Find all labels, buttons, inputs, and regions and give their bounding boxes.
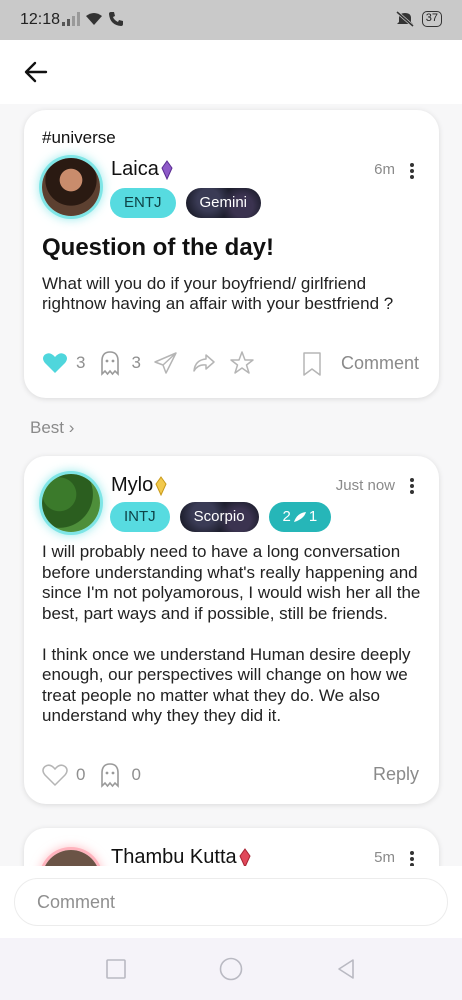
- share-button[interactable]: [191, 350, 217, 376]
- heart-filled-icon: [43, 353, 67, 373]
- ghost-button[interactable]: 0: [97, 762, 141, 788]
- crystal-badge-icon: [155, 475, 167, 496]
- author-name: Laica: [111, 158, 159, 180]
- best-sort-label[interactable]: Best ›: [30, 418, 74, 438]
- comment-time: Just now: [335, 477, 395, 494]
- comment-time: 5m: [374, 849, 395, 866]
- status-bar: 12:18 37: [0, 0, 462, 40]
- ghost-button[interactable]: 3: [97, 350, 141, 376]
- home-icon[interactable]: [219, 957, 243, 981]
- signal-icon: [62, 12, 80, 26]
- ghost-count: 0: [131, 765, 141, 784]
- badge-right-count: 1: [308, 508, 318, 525]
- share-arrow-icon: [193, 354, 215, 372]
- post-author[interactable]: Laica: [111, 158, 173, 181]
- comment-card: Mylo Just now INTJ Scorpio 2 1 I will pr…: [24, 456, 439, 804]
- post-body: What will you do if your boyfriend/ girl…: [42, 274, 394, 313]
- like-count: 0: [76, 765, 86, 784]
- count-badge: 2 1: [268, 502, 332, 532]
- call-icon: [109, 12, 123, 26]
- mbti-tag: ENTJ: [110, 188, 176, 218]
- star-icon: [230, 351, 254, 374]
- avatar[interactable]: [42, 474, 100, 532]
- comment-input[interactable]: [14, 878, 448, 926]
- comment-button[interactable]: Comment: [341, 353, 419, 374]
- send-button[interactable]: [153, 350, 179, 376]
- post-actions: 3 3: [42, 350, 267, 376]
- post-time: 6m: [374, 161, 395, 178]
- status-left-icons: [62, 11, 124, 27]
- bookmark-icon[interactable]: [301, 352, 323, 376]
- ghost-icon: [101, 351, 120, 376]
- zodiac-tag: Gemini: [186, 188, 262, 218]
- top-bar: [0, 40, 462, 104]
- like-count: 3: [76, 353, 86, 372]
- mbti-tag: INTJ: [110, 502, 170, 532]
- comment-body: I will probably need to have a long conv…: [42, 542, 421, 725]
- feather-icon: [293, 512, 306, 522]
- more-options-icon[interactable]: [409, 477, 415, 495]
- heart-outline-icon: [42, 764, 68, 787]
- comment-author[interactable]: Mylo: [111, 474, 167, 497]
- wifi-icon: [86, 13, 102, 25]
- crystal-badge-icon: [161, 159, 173, 180]
- zodiac-tag: Scorpio: [180, 502, 259, 532]
- comment-bar: [0, 866, 462, 938]
- back-arrow-icon[interactable]: [22, 58, 50, 86]
- recents-icon[interactable]: [104, 957, 128, 981]
- comment-actions: 0 0: [42, 762, 153, 788]
- post-title: Question of the day!: [42, 234, 275, 261]
- back-icon[interactable]: [334, 957, 358, 981]
- badge-left-count: 2: [282, 508, 291, 525]
- like-button[interactable]: 0: [42, 762, 85, 788]
- like-button[interactable]: 3: [42, 350, 85, 376]
- post-card: #universe Laica 6m ENTJ Gemini Question …: [24, 110, 439, 398]
- author-name: Mylo: [111, 474, 154, 496]
- reply-button[interactable]: Reply: [373, 764, 419, 785]
- ghost-count: 3: [131, 353, 141, 372]
- author-tags: INTJ Scorpio 2 1: [110, 502, 332, 532]
- post-hashtag[interactable]: #universe: [42, 128, 116, 148]
- avatar[interactable]: [42, 158, 100, 216]
- favorite-button[interactable]: [229, 350, 255, 376]
- status-time: 12:18: [20, 11, 61, 28]
- ghost-icon: [101, 763, 120, 788]
- status-right-icons: 37: [395, 11, 442, 27]
- paper-plane-icon: [154, 352, 177, 374]
- more-options-icon[interactable]: [409, 162, 415, 180]
- battery-indicator: 37: [421, 11, 442, 27]
- system-nav-bar: [0, 938, 462, 1000]
- mute-icon: [395, 11, 414, 27]
- crystal-badge-icon: [239, 847, 251, 868]
- author-tags: ENTJ Gemini: [110, 188, 261, 218]
